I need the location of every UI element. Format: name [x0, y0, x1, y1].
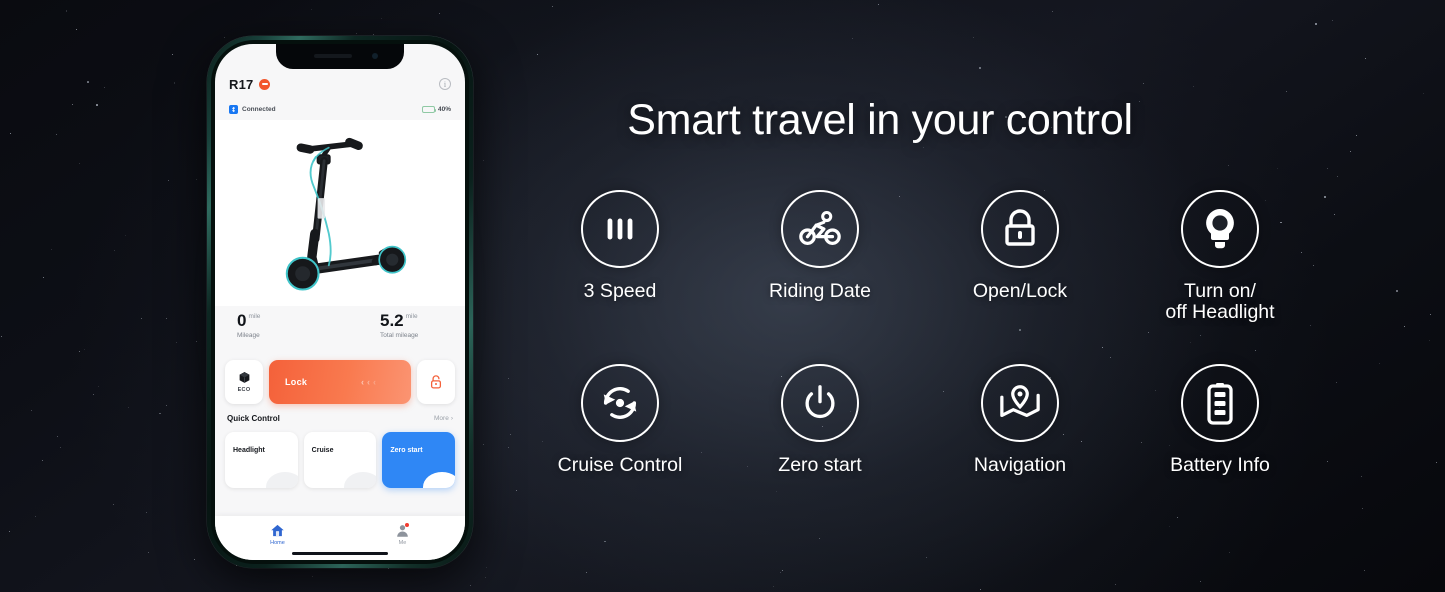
- scooter-product-image: [215, 120, 465, 306]
- battery-icon: [421, 105, 437, 113]
- cube-icon: [239, 372, 249, 383]
- tab-home[interactable]: Home: [270, 523, 285, 546]
- scooter-illustration: [285, 137, 407, 291]
- tab-label: Me: [398, 539, 407, 546]
- card-label: Cruise: [311, 447, 334, 454]
- connection-status: Connected: [229, 104, 276, 114]
- three-bars-icon: [581, 190, 659, 268]
- feature-navigation[interactable]: Navigation: [920, 364, 1120, 476]
- card-decoration: [265, 472, 298, 488]
- feature-zero-start[interactable]: Zero start: [720, 364, 920, 476]
- battery-status: 40%: [421, 105, 451, 113]
- lock-control-row: ECO Lock ‹ ‹ ‹: [225, 360, 455, 404]
- feature-open-lock[interactable]: Open/Lock: [920, 190, 1120, 322]
- minus-circle-icon[interactable]: [259, 78, 271, 90]
- feature-headlight[interactable]: Turn on/ off Headlight: [1120, 190, 1320, 322]
- chevron-icon: ‹: [367, 377, 370, 387]
- tab-label: Home: [270, 539, 285, 546]
- feature-battery-info[interactable]: Battery Info: [1120, 364, 1320, 476]
- stat-label: Total mileage: [380, 332, 419, 339]
- notification-badge: [405, 522, 409, 527]
- feature-row-2: Cruise Control Zero start Navigation Bat…: [520, 364, 1320, 476]
- feature-row-1: 3 Speed Riding Date Open/Lock Turn on/ o…: [520, 190, 1320, 322]
- promo-banner: R17 i Connected 40% 0 mile Mileage 5.2 m…: [0, 0, 1445, 592]
- feature-riding-date[interactable]: Riding Date: [720, 190, 920, 322]
- phone-screen: R17 i Connected 40% 0 mile Mileage 5.2 m…: [215, 44, 465, 560]
- connection-row: Connected 40%: [215, 102, 465, 116]
- feature-label: Turn on/ off Headlight: [1165, 280, 1275, 323]
- stat-label: Mileage: [237, 332, 260, 339]
- feature-label: Open/Lock: [972, 280, 1068, 302]
- feature-label: Battery Info: [1170, 454, 1270, 477]
- card-label: Zero start: [390, 447, 423, 454]
- lock-slider[interactable]: Lock ‹ ‹ ‹: [269, 360, 411, 404]
- feature-cruise-control[interactable]: Cruise Control: [520, 364, 720, 476]
- earpiece-speaker: [314, 54, 352, 58]
- eco-mode-label: ECO: [237, 387, 251, 393]
- cyclist-icon: [781, 190, 859, 268]
- lightbulb-icon: [1181, 190, 1259, 268]
- info-icon[interactable]: i: [439, 78, 451, 90]
- slider-chevrons: ‹ ‹ ‹: [361, 377, 376, 387]
- phone-frame: R17 i Connected 40% 0 mile Mileage 5.2 m…: [207, 36, 473, 568]
- stat-value: 5.2: [380, 311, 404, 330]
- refresh-cycle-icon: [581, 364, 659, 443]
- feature-3-speed[interactable]: 3 Speed: [520, 190, 720, 322]
- stat-total-mileage: 5.2 mile Total mileage: [340, 312, 443, 339]
- stat-mileage: 0 mile Mileage: [237, 312, 340, 339]
- mileage-stats: 0 mile Mileage 5.2 mile Total mileage: [215, 312, 465, 339]
- map-pin-icon: [981, 364, 1059, 443]
- quick-control-more-button[interactable]: More ›: [434, 415, 453, 422]
- chevron-icon: ‹: [373, 377, 376, 387]
- chevron-icon: ‹: [361, 377, 364, 387]
- chevron-right-icon: ›: [450, 415, 453, 422]
- quick-control-card-zero-start[interactable]: Zero start: [382, 432, 456, 488]
- card-decoration: [423, 472, 456, 488]
- connection-status-label: Connected: [242, 105, 276, 113]
- feature-grid: 3 Speed Riding Date Open/Lock Turn on/ o…: [520, 190, 1320, 476]
- quick-control-card-headlight[interactable]: Headlight: [225, 432, 298, 488]
- unlock-button[interactable]: [417, 360, 455, 404]
- home-indicator: [292, 551, 388, 555]
- stat-value: 0: [237, 311, 247, 330]
- eco-mode-button[interactable]: ECO: [225, 360, 263, 404]
- quick-control-header: Quick Control More ›: [227, 414, 453, 423]
- tab-me[interactable]: Me: [395, 522, 410, 546]
- card-label: Headlight: [233, 447, 265, 454]
- card-decoration: [344, 472, 377, 488]
- feature-label: Cruise Control: [557, 454, 683, 477]
- unlock-icon: [430, 375, 442, 389]
- lock-slider-label: Lock: [285, 377, 308, 387]
- power-icon: [781, 364, 859, 443]
- feature-label: 3 Speed: [583, 280, 657, 302]
- device-name-row: R17: [229, 76, 271, 92]
- quick-control-cards: Headlight Cruise Zero start: [225, 432, 456, 488]
- front-camera: [372, 53, 378, 59]
- feature-label: Riding Date: [769, 280, 871, 302]
- stat-unit: mile: [248, 313, 261, 320]
- home-icon: [271, 524, 284, 536]
- app-header: R17 i: [215, 72, 465, 96]
- feature-label: Navigation: [973, 454, 1067, 477]
- more-label: More: [434, 415, 449, 422]
- padlock-icon: [981, 190, 1059, 268]
- page-title: Smart travel in your control: [627, 96, 1133, 144]
- quick-control-title: Quick Control: [227, 414, 280, 423]
- quick-control-card-cruise[interactable]: Cruise: [303, 432, 377, 488]
- stat-unit: mile: [405, 313, 418, 320]
- bluetooth-icon: [229, 104, 238, 114]
- device-name: R17: [229, 76, 254, 92]
- battery-bars-icon: [1181, 364, 1259, 443]
- battery-percent-label: 40%: [437, 105, 451, 113]
- phone-mockup: R17 i Connected 40% 0 mile Mileage 5.2 m…: [189, 22, 491, 586]
- feature-label: Zero start: [778, 454, 862, 477]
- phone-notch: [276, 44, 404, 69]
